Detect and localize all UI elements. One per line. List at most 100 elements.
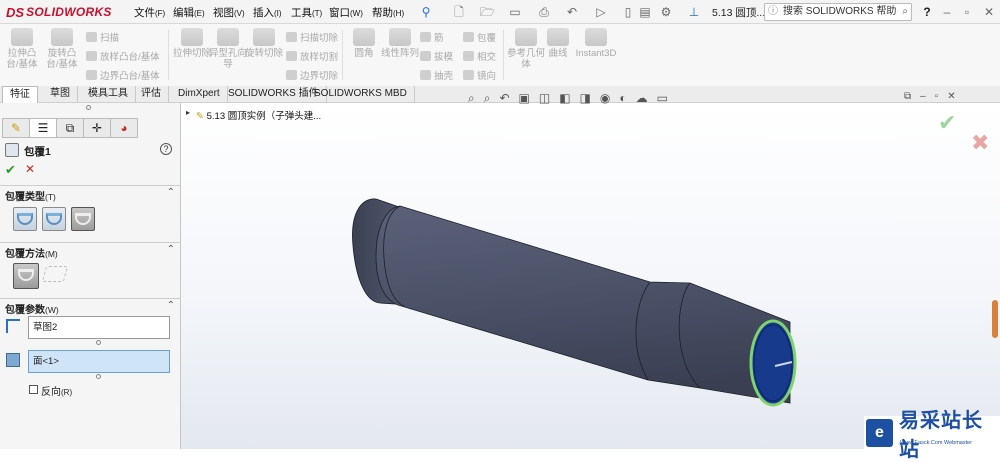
select-icon[interactable]: ▷ [594,5,608,19]
open-icon[interactable]: 🗁 [480,5,495,19]
wrap-method-section-header[interactable]: 包覆方法(M) ⌃ [0,242,181,260]
watermark-logo-icon: e [866,418,893,447]
field-resize-handle[interactable] [96,340,101,345]
restore-icon[interactable]: ▫ [960,5,974,19]
field-resize-handle[interactable] [96,374,101,379]
linear-pattern-icon [389,28,411,46]
close-icon[interactable]: ✕ [982,5,996,19]
reverse-checkbox[interactable] [29,385,38,394]
menu-file[interactable]: 文件(F) [134,5,165,20]
search-icon[interactable]: ⌕ [902,4,908,20]
minimize-icon[interactable]: – [940,5,954,19]
wrap-button[interactable]: 包覆 [463,30,496,44]
wrap-method-analytical-button[interactable] [13,263,39,289]
linear-pattern-button[interactable]: 线性阵列 [380,28,420,59]
wrap-method-spline-surface-button[interactable] [41,266,69,282]
draft-button[interactable]: 拔模 [420,49,453,63]
revolve-cut-button[interactable]: 旋转切除 [244,28,284,59]
menu-help[interactable]: 帮助(H) [372,5,404,20]
brand-name: SOLIDWORKS [26,5,112,19]
menu-view[interactable]: 视图(V) [213,5,245,20]
fillet-button[interactable]: 圆角 [344,28,384,59]
hole-wizard-button[interactable]: 异型孔向导 [208,28,248,70]
ribbon-separator [168,30,169,80]
sweep-cut-button[interactable]: 扫描切除 [286,30,338,44]
boundary-cut-button[interactable]: 边界切除 [286,68,338,82]
tab-features[interactable]: 特征 [2,86,38,103]
extrude-cut-button[interactable]: 拉伸切除 [172,28,212,59]
panel-dot-handle[interactable] [86,105,91,110]
viewport-minimize-icon[interactable]: – [920,91,926,102]
pin-icon[interactable]: ⚲ [419,5,433,19]
boundary-boss-button[interactable]: 边界凸台/基体 [86,68,160,82]
tab-sketch[interactable]: 草图 [43,86,78,103]
search-input[interactable]: ⓘ 搜索 SOLIDWORKS 帮助 ⌕ [764,3,912,21]
wrap-type-emboss-button[interactable] [13,207,37,231]
menu-tools[interactable]: 工具(T) [291,5,322,20]
viewport-close-icon[interactable]: ✕ [947,91,955,102]
tab-solidworks-mbd[interactable]: SOLIDWORKS MBD [307,86,415,103]
instant3d-button[interactable]: Instant3D [572,28,620,59]
mirror-button[interactable]: 镜向 [463,68,496,82]
print-icon[interactable]: ⎙ [537,5,551,19]
ok-check-button[interactable]: ✔ [5,162,16,178]
menu-window[interactable]: 窗口(W) [329,5,363,20]
source-sketch-field[interactable]: 草图2 [28,316,170,339]
extrude-boss-button[interactable]: 拉伸凸台/基体 [2,28,42,70]
wrap-type-scribe-button[interactable] [71,207,95,231]
collapse-chevron-icon[interactable]: ⌃ [167,300,175,311]
tab-evaluate[interactable]: 评估 [134,86,169,103]
loft-button[interactable]: 放样凸台/基体 [86,49,160,63]
feature-manager-tab-icon[interactable]: ✎ [2,118,30,138]
rib-button[interactable]: 筋 [420,30,444,44]
property-manager-tab-icon[interactable]: ☰ [29,118,57,138]
pin-toolbar-icon[interactable]: ⊥ [687,5,701,19]
help-menu-icon[interactable]: ? [920,5,934,19]
wrap-feature-icon [5,143,19,157]
wrap-params-section-header[interactable]: 包覆参数(W) ⌃ [0,298,181,316]
sweep-button[interactable]: 扫描 [86,30,119,44]
intersect-icon [463,51,474,61]
tile-icon[interactable]: ⧉ [904,91,911,102]
mirror-icon [463,70,474,80]
revolve-cut-icon [253,28,275,46]
display-manager-tab-icon[interactable]: ◕ [110,118,138,138]
new-document-icon[interactable]: 🗋 [452,5,466,19]
wrap-type-deboss-button[interactable] [42,207,66,231]
loft-cut-button[interactable]: 放样切割 [286,49,338,63]
undo-icon[interactable]: ↶ [565,5,579,19]
shell-button[interactable]: 抽壳 [420,68,453,82]
collapse-chevron-icon[interactable]: ⌃ [167,187,175,198]
save-icon[interactable]: ▭ [508,5,522,19]
watermark-text: 易采站长站 [898,407,983,461]
revolve-boss-icon [51,28,73,46]
menu-insert[interactable]: 插入(I) [253,5,282,20]
curves-icon [547,28,569,46]
revolve-boss-button[interactable]: 旋转凸台/基体 [42,28,82,70]
wrap-type-section-header[interactable]: 包覆类型(T) ⌃ [0,185,181,203]
intersect-button[interactable]: 相交 [463,49,496,63]
file-properties-icon[interactable]: ▤ [638,5,652,19]
case-body [375,205,791,404]
extrude-cut-icon [181,28,203,46]
site-watermark: e 易采站长站 Www.Easck.Com Webmaster [864,408,1000,461]
tab-mold-tools[interactable]: 模具工具 [81,86,136,103]
dimxpert-manager-tab-icon[interactable]: ✛ [83,118,111,138]
rebuild-icon[interactable]: ▯ [621,5,635,19]
cartridge-model[interactable] [181,103,1000,449]
rib-icon [420,32,431,42]
viewport-restore-icon[interactable]: ▫ [935,91,939,102]
tab-dimxpert[interactable]: DimXpert [171,86,228,103]
fillet-icon [353,28,375,46]
wrap-method-label: 包覆方法 [5,249,45,260]
cancel-x-button[interactable]: ✕ [25,162,35,176]
hole-wizard-icon [217,28,239,46]
target-face-field[interactable]: 面<1> [28,350,170,373]
menu-edit[interactable]: 编辑(E) [173,5,205,20]
help-icon[interactable]: ? [160,143,172,155]
manager-tabs: ✎ ☰ ⧉ ✛ ◕ [2,118,146,138]
solidworks-logo[interactable]: DS SOLIDWORKS [6,4,112,20]
configuration-manager-tab-icon[interactable]: ⧉ [56,118,84,138]
options-gear-icon[interactable]: ⚙ [659,5,673,19]
collapse-chevron-icon[interactable]: ⌃ [167,244,175,255]
